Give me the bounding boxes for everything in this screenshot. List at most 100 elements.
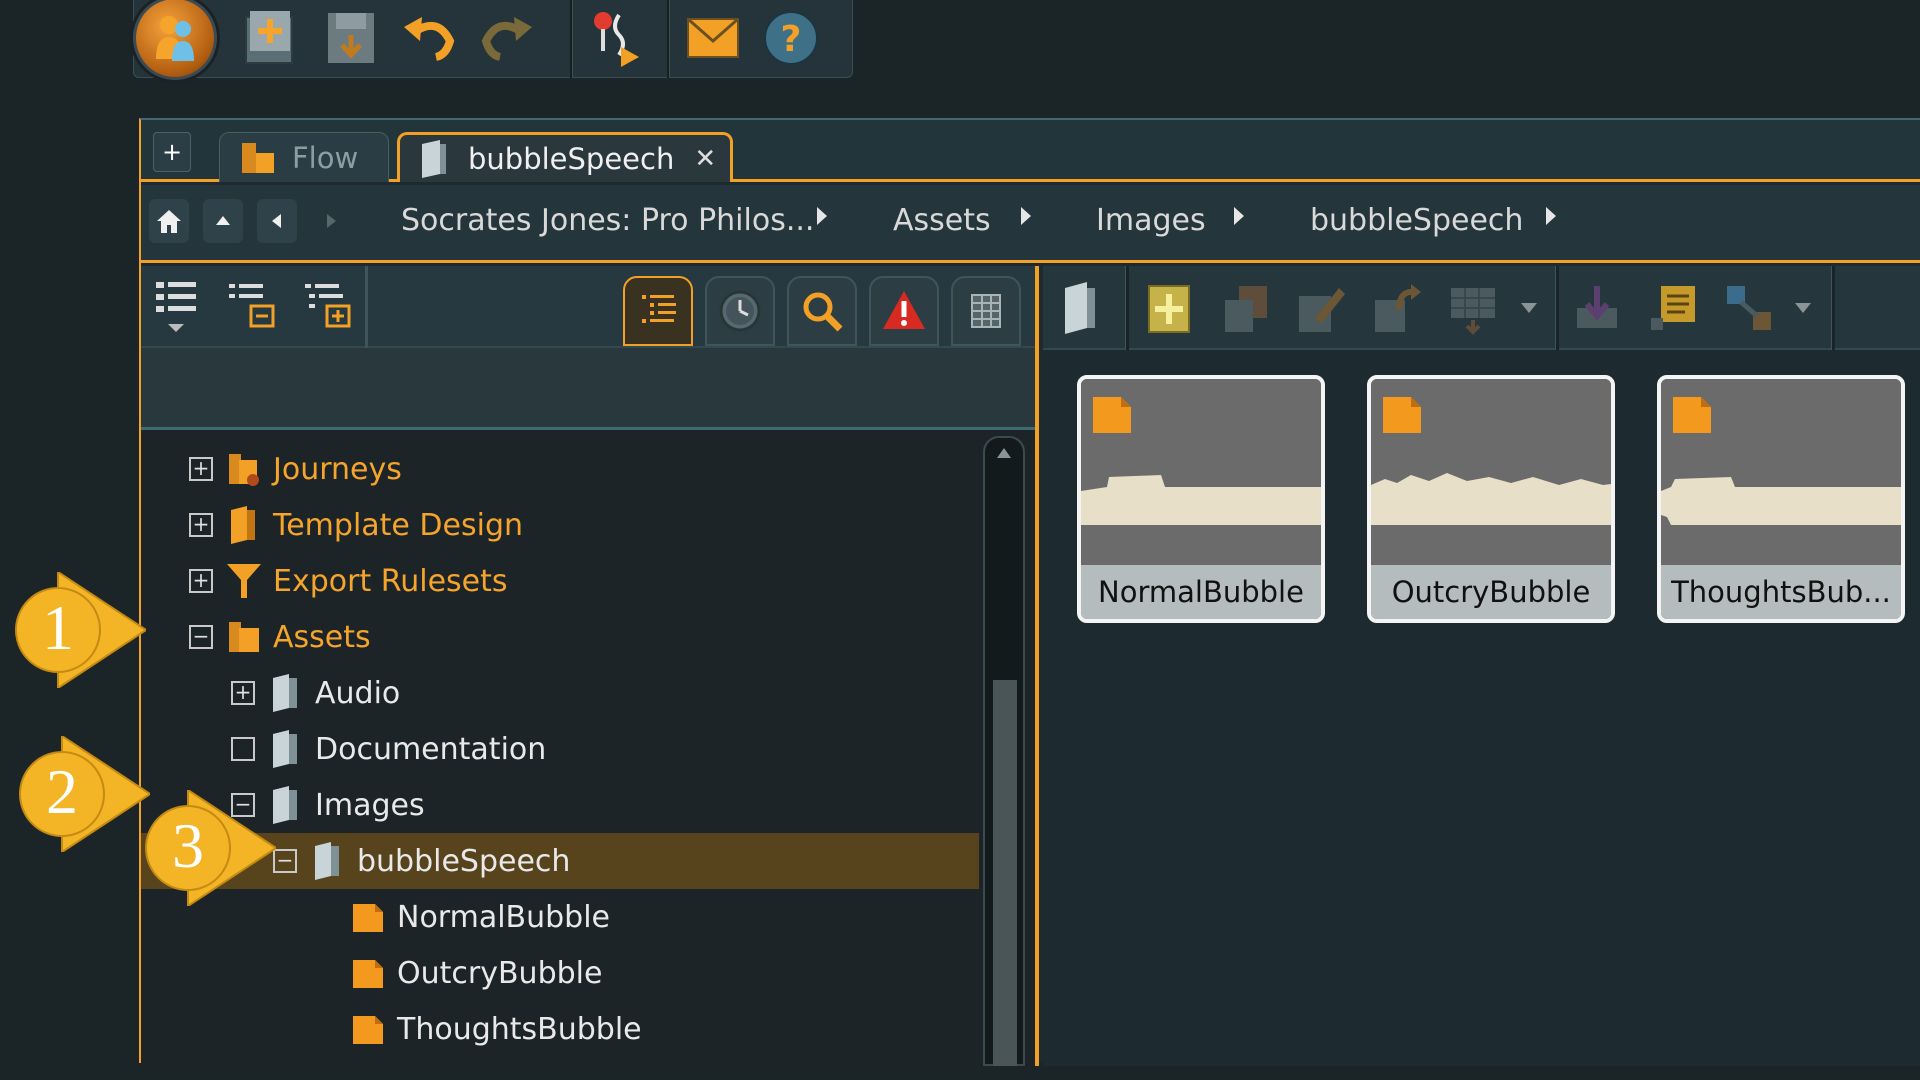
tree-node-normalbubble[interactable]: NormalBubble [351,889,971,945]
tree-node-export-rulesets[interactable]: + Export Rulesets [189,553,969,609]
chevron-right-icon[interactable] [1021,207,1031,225]
tree-node-journeys[interactable]: + Journeys [189,441,969,497]
tree-node-audio[interactable]: + Audio [231,665,971,721]
empty-expander-icon [231,737,255,761]
template-design-icon [231,506,255,544]
duplicate-icon[interactable] [1213,276,1277,340]
tree-view-icon[interactable] [623,276,693,346]
expand-icon[interactable]: + [231,681,255,705]
asset-thumbnail-normalbubble[interactable]: NormalBubble [1077,375,1325,623]
image-asset-icon [1383,397,1421,433]
new-asset-icon[interactable] [1137,276,1201,340]
clock-icon[interactable] [705,276,775,346]
mail-icon[interactable] [676,2,750,74]
folder-icon [315,842,339,880]
collapse-icon[interactable]: − [189,625,213,649]
tree-node-label: Documentation [315,731,547,767]
tree-node-assets[interactable]: − Assets [189,609,969,665]
folder-icon [273,674,297,712]
chevron-down-icon[interactable] [1511,276,1547,340]
chevron-right-icon[interactable] [1234,207,1244,225]
new-project-icon[interactable] [234,2,308,74]
chevron-right-icon[interactable] [1546,207,1556,225]
tree-node-thoughtsbubble[interactable]: ThoughtsBubble [351,1001,971,1053]
thumbnail-label: ThoughtsBub... [1661,565,1901,619]
image-asset-icon [1673,397,1711,433]
breadcrumb-assets[interactable]: Assets [893,203,991,238]
expand-icon[interactable]: + [189,569,213,593]
flow-icon [242,142,274,173]
chevron-down-icon[interactable] [1785,276,1821,340]
breadcrumb-images[interactable]: Images [1096,203,1206,238]
tree-node-label: OutcryBubble [397,955,603,991]
scroll-up-icon[interactable] [985,438,1023,468]
chevron-right-icon[interactable] [817,207,827,225]
tree-node-template-design[interactable]: + Template Design [189,497,969,553]
grid-icon[interactable] [951,276,1021,346]
collapse-all-icon[interactable] [221,274,285,338]
user-icon[interactable] [133,0,217,80]
home-icon[interactable] [149,199,189,243]
save-icon[interactable] [314,2,388,74]
forward-arrow-icon[interactable] [311,199,351,243]
add-tab-button[interactable]: + [153,132,191,172]
journeys-icon [229,454,259,486]
folder-icon [273,730,297,768]
image-asset-icon [353,904,383,932]
debug-run-icon[interactable] [577,2,651,74]
tree-node-label: Assets [273,619,371,655]
tree-node-label: bubbleSpeech [357,843,571,879]
callout-number: 2 [46,756,78,827]
image-asset-icon [1093,397,1131,433]
tree-node-label: Journeys [273,451,402,487]
redo-icon[interactable] [470,2,544,74]
callout-number: 1 [42,592,74,663]
expand-icon[interactable]: + [189,457,213,481]
close-icon[interactable]: ✕ [694,144,716,174]
assets-icon [229,622,259,652]
toolbar-divider [667,0,670,78]
search-icon[interactable] [787,276,857,346]
replace-icon[interactable] [1365,276,1429,340]
properties-icon[interactable] [1641,276,1705,340]
back-arrow-icon[interactable] [257,199,297,243]
collapse-icon[interactable]: − [273,849,297,873]
tab-flow[interactable]: Flow [219,132,389,182]
tree-node-label: Audio [315,675,401,711]
tree-node-outcrybubble[interactable]: OutcryBubble [351,945,971,1001]
tree-node-images[interactable]: − Images [231,777,971,833]
filter-area[interactable] [141,348,1035,430]
image-asset-icon [353,960,383,988]
import-icon[interactable] [1565,276,1629,340]
scrollbar-thumb[interactable] [993,680,1017,1066]
folder-icon [422,139,446,178]
tree-node-label: Template Design [273,507,524,543]
asset-thumbnail-thoughtsbubble[interactable]: ThoughtsBub... [1657,375,1905,623]
tree-node-label: Images [315,787,425,823]
thumbnail-label: OutcryBubble [1371,565,1611,619]
warning-icon[interactable] [869,276,939,346]
workspace-window: + Flow bubbleSpeech ✕ Socrates Jones: Pr… [139,118,1920,1066]
folder-icon[interactable] [1049,276,1113,340]
export-rulesets-icon [227,564,261,598]
breadcrumb-bubblespeech[interactable]: bubbleSpeech [1310,203,1523,238]
checklist-icon[interactable] [145,274,209,338]
expand-icon[interactable]: + [189,513,213,537]
edit-icon[interactable] [1289,276,1353,340]
breadcrumb-project[interactable]: Socrates Jones: Pro Philos... [401,203,814,238]
link-assets-icon[interactable] [1717,276,1781,340]
tree-scrollbar[interactable] [983,436,1025,1066]
expand-all-icon[interactable] [297,274,361,338]
tab-bubblespeech[interactable]: bubbleSpeech ✕ [397,132,733,182]
tree-node-documentation[interactable]: Documentation [231,721,971,777]
undo-icon[interactable] [392,2,466,74]
layout-icon[interactable] [1441,276,1505,340]
main-toolbar: ? [133,0,853,80]
callout-number: 3 [172,810,204,881]
help-icon[interactable]: ? [754,2,828,74]
asset-thumbnail-outcrybubble[interactable]: OutcryBubble [1367,375,1615,623]
up-arrow-icon[interactable] [203,199,243,243]
tab-label: Flow [292,140,359,175]
toolbar-divider [1555,266,1559,350]
tab-strip: + Flow bubbleSpeech ✕ [141,120,1920,182]
